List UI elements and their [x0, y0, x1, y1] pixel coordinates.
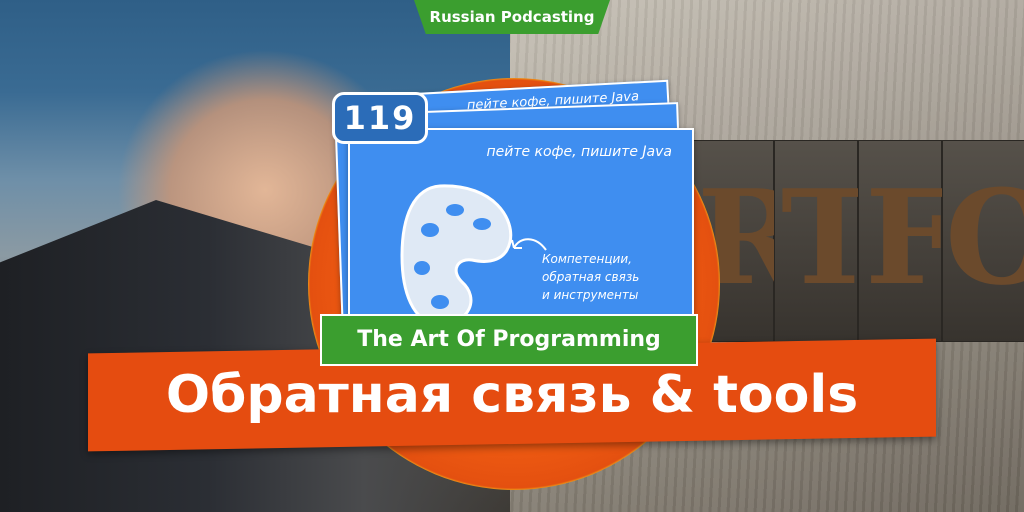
- card-note-line: Компетенции,: [542, 252, 632, 266]
- card-front: пейте кофе, пишите Java Компетенции, обр…: [348, 128, 694, 342]
- episode-number-badge: 119: [332, 92, 428, 144]
- letter: F: [865, 161, 957, 314]
- letter: O: [945, 161, 1024, 314]
- letter-block: F: [858, 140, 957, 342]
- show-title-label: The Art Of Programming: [320, 314, 698, 366]
- letter-block: T: [774, 140, 878, 342]
- card-slogan: пейте кофе, пишите Java: [486, 144, 672, 160]
- card-note-line: и инструменты: [542, 288, 639, 302]
- palette-icon: [400, 184, 513, 326]
- letterpress-blocks: R T F O: [690, 140, 1024, 342]
- card-note-line: обратная связь: [542, 270, 640, 284]
- letter-block: O: [942, 140, 1024, 342]
- card-note: Компетенции, обратная связь и инструмент…: [542, 250, 682, 304]
- russian-podcasting-badge: Russian Podcasting: [414, 0, 610, 34]
